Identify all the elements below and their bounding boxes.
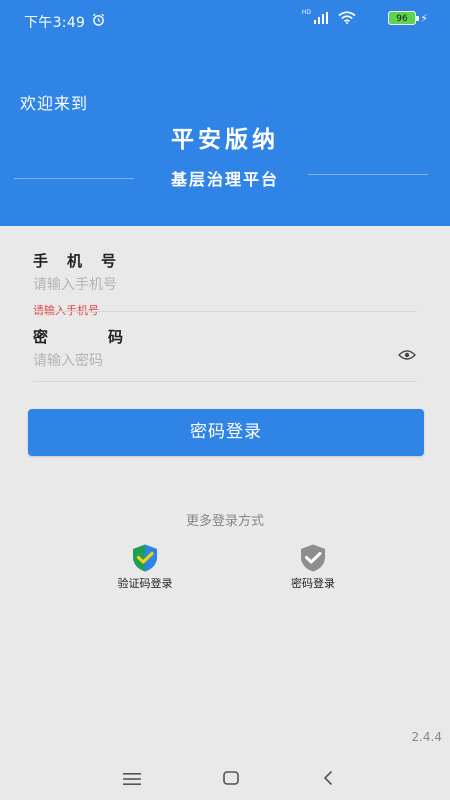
battery-cap: [416, 16, 419, 21]
status-time: 下午3:49: [24, 15, 86, 31]
more-login-title: 更多登录方式: [185, 514, 264, 529]
sms-login-label: 验证码登录: [117, 577, 173, 590]
hd-icon: HD: [301, 9, 311, 16]
back-icon[interactable]: [323, 770, 333, 786]
password-login-button[interactable]: 密码登录: [28, 409, 424, 456]
alarm-icon: [92, 13, 105, 26]
phone-underline: [33, 311, 417, 312]
phone-input[interactable]: [33, 270, 413, 300]
home-icon[interactable]: [223, 771, 239, 785]
shield-check-icon: [301, 544, 325, 572]
password-underline: [33, 381, 417, 382]
status-bar: 下午3:49 HD 96 ⚡: [0, 0, 450, 40]
shield-check-icon: [133, 544, 157, 572]
signal-icon: [314, 12, 328, 24]
charging-bolt-icon: ⚡: [420, 12, 428, 25]
sms-code-login-option[interactable]: 验证码登录: [90, 543, 200, 591]
password-login-label: 密码登录: [291, 577, 335, 590]
app-subtitle: 基层治理平台: [170, 170, 279, 189]
phone-label: 手机号: [33, 252, 136, 270]
battery-indicator: 96: [388, 11, 416, 25]
menu-icon[interactable]: [123, 773, 141, 785]
welcome-text: 欢迎来到: [20, 94, 89, 113]
password-input[interactable]: [33, 346, 413, 376]
password-login-option[interactable]: 密码登录: [258, 543, 368, 591]
phone-error-text: 请输入手机号: [33, 304, 99, 317]
app-title: 平安版纳: [171, 127, 279, 153]
password-label: 密码: [33, 328, 184, 346]
version-text: 2.4.4: [411, 730, 442, 744]
system-nav-bar: [0, 758, 450, 800]
wifi-icon: [338, 11, 356, 24]
header-banner: 下午3:49 HD 96 ⚡ 欢迎来到 平安版纳 基层治理平台: [0, 0, 450, 226]
eye-icon[interactable]: [398, 349, 416, 361]
